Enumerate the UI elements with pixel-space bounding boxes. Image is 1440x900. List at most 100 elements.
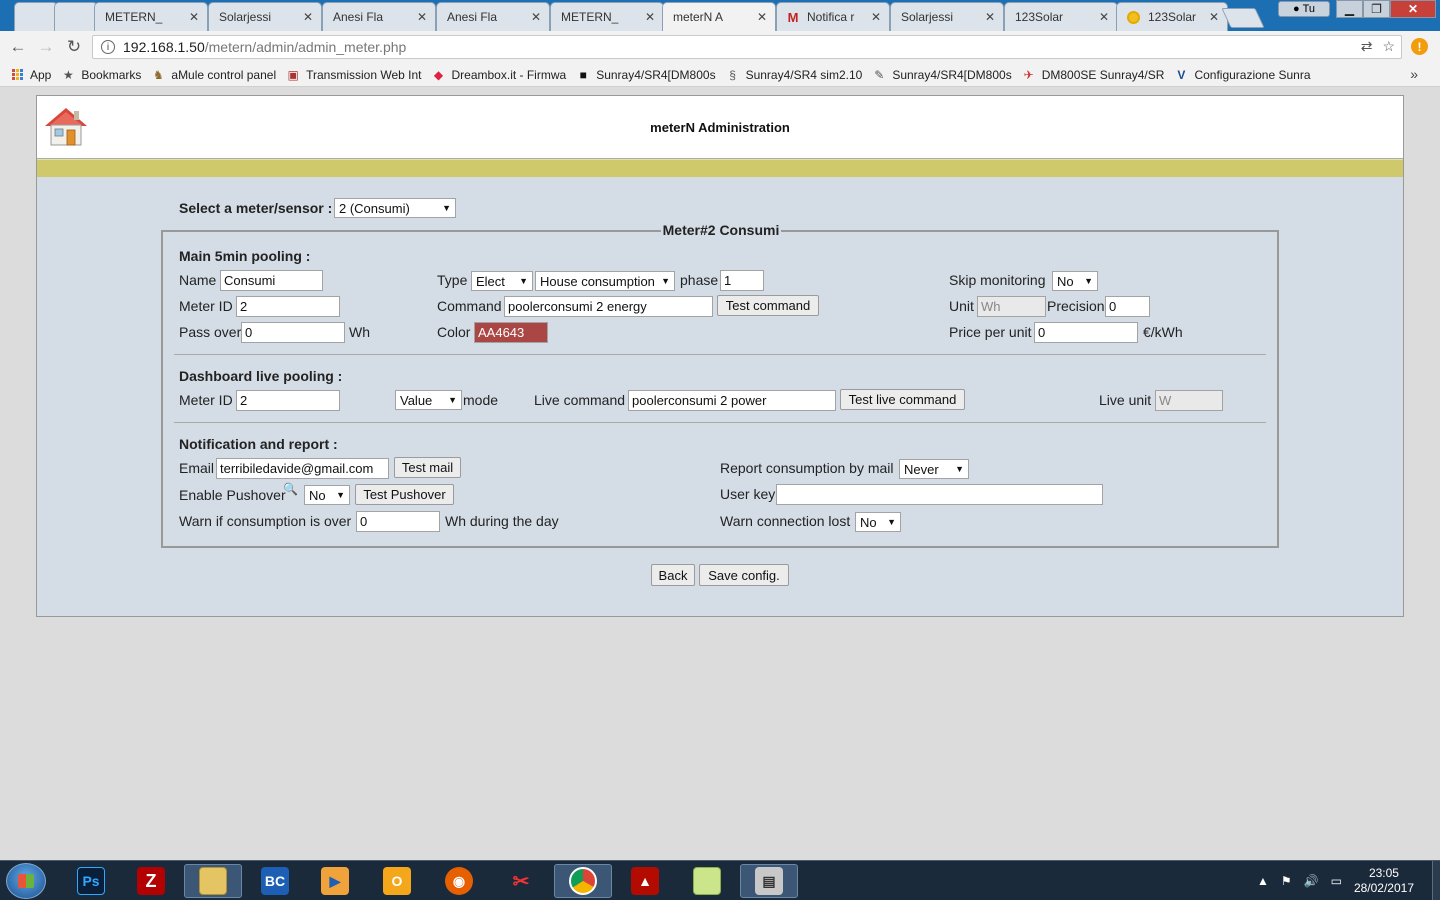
display-icon[interactable]: ▭ bbox=[1331, 874, 1342, 888]
minimize-button[interactable]: ▁ bbox=[1336, 0, 1363, 18]
warn-lost-select[interactable]: No ▼ bbox=[855, 512, 901, 532]
clock[interactable]: 23:05 28/02/2017 bbox=[1354, 866, 1414, 896]
live-meter-id-input[interactable]: 2 bbox=[236, 390, 340, 411]
tab[interactable]: 123Solar ✕ bbox=[1116, 2, 1228, 31]
bookmark-label: Dreambox.it - Firmwa bbox=[451, 67, 567, 82]
skip-monitoring-select[interactable]: No ▼ bbox=[1052, 271, 1098, 291]
bookmark-item[interactable]: App bbox=[10, 68, 51, 82]
tab[interactable] bbox=[14, 2, 58, 31]
tab[interactable]: M Notifica r ✕ bbox=[776, 2, 890, 31]
media-player-icon[interactable]: ▶ bbox=[306, 864, 364, 898]
save-config-button[interactable]: Save config. bbox=[699, 564, 789, 586]
tab[interactable] bbox=[54, 2, 98, 31]
close-icon[interactable]: ✕ bbox=[303, 10, 313, 24]
chrome-icon[interactable] bbox=[554, 864, 612, 898]
reload-icon[interactable]: ↻ bbox=[60, 33, 88, 61]
alert-icon[interactable]: ! bbox=[1411, 38, 1428, 55]
file-explorer-icon[interactable] bbox=[184, 864, 242, 898]
close-icon[interactable]: ✕ bbox=[531, 10, 541, 24]
test-mail-button[interactable]: Test mail bbox=[394, 457, 461, 478]
close-icon[interactable]: ✕ bbox=[757, 10, 767, 24]
folder-icon[interactable] bbox=[678, 864, 736, 898]
snipping-tool-icon[interactable]: ✂ bbox=[492, 864, 550, 898]
report-select[interactable]: Never ▼ bbox=[899, 459, 969, 479]
bookmark-item[interactable]: V Configurazione Sunra bbox=[1174, 68, 1310, 82]
user-key-input[interactable] bbox=[776, 484, 1103, 505]
bookmark-item[interactable]: § Sunray4/SR4 sim2.10 bbox=[726, 68, 862, 82]
pass-over-input[interactable]: 0 bbox=[241, 322, 345, 343]
tab[interactable]: METERN_ ✕ bbox=[94, 2, 208, 31]
pushover-select[interactable]: No ▼ bbox=[304, 485, 350, 505]
email-input[interactable]: terribiledavide@gmail.com bbox=[216, 458, 389, 479]
close-icon[interactable]: ✕ bbox=[645, 10, 655, 24]
bookmark-item[interactable]: ♞ aMule control panel bbox=[151, 68, 276, 82]
meter-select[interactable]: 2 (Consumi) ▼ bbox=[334, 198, 456, 218]
bookmark-label: DM800SE Sunray4/SR bbox=[1041, 67, 1165, 82]
tab[interactable]: Solarjessi ✕ bbox=[890, 2, 1004, 31]
close-icon[interactable]: ✕ bbox=[871, 10, 881, 24]
precision-input[interactable]: 0 bbox=[1105, 296, 1150, 317]
address-bar[interactable]: i 192.168.1.50/metern/admin/admin_meter.… bbox=[92, 35, 1402, 59]
network-flag-icon[interactable]: ⚑ bbox=[1281, 874, 1292, 888]
close-icon[interactable]: ✕ bbox=[1099, 10, 1109, 24]
firefox-icon[interactable]: ◉ bbox=[430, 864, 488, 898]
window-close-button[interactable]: ✕ bbox=[1390, 0, 1436, 18]
bookmark-item[interactable]: ✈ DM800SE Sunray4/SR bbox=[1022, 68, 1165, 82]
main-pooling-title: Main 5min pooling : bbox=[179, 248, 311, 264]
tab[interactable]: Anesi Fla ✕ bbox=[436, 2, 550, 31]
price-input[interactable]: 0 bbox=[1034, 322, 1138, 343]
outlook-icon[interactable]: O bbox=[368, 864, 426, 898]
mode-label: mode bbox=[463, 392, 499, 408]
tab-active[interactable]: meterN A ✕ bbox=[662, 2, 776, 31]
back-button[interactable]: Back bbox=[651, 564, 695, 586]
consumption-type-select[interactable]: House consumption ▼ bbox=[535, 271, 675, 291]
help-icon[interactable]: 🔍 bbox=[283, 482, 298, 496]
tab[interactable]: METERN_ ✕ bbox=[550, 2, 664, 31]
acrobat-icon[interactable]: ▲ bbox=[616, 864, 674, 898]
phase-input[interactable]: 1 bbox=[720, 270, 764, 291]
tab[interactable]: Solarjessi ✕ bbox=[208, 2, 322, 31]
color-input[interactable]: AA4643 bbox=[474, 322, 548, 343]
translate-icon[interactable]: ⇄ bbox=[1361, 38, 1373, 55]
profile-button[interactable]: ● Tu bbox=[1278, 1, 1330, 17]
start-button[interactable] bbox=[6, 863, 46, 899]
forward-arrow-icon[interactable]: → bbox=[32, 33, 60, 61]
close-icon[interactable]: ✕ bbox=[189, 10, 199, 24]
filezilla-icon[interactable]: Z bbox=[122, 864, 180, 898]
bookmark-star-icon[interactable]: ☆ bbox=[1382, 38, 1395, 55]
volume-icon[interactable]: 🔊 bbox=[1304, 874, 1319, 888]
name-input[interactable]: Consumi bbox=[220, 270, 323, 291]
meter-id-input[interactable]: 2 bbox=[236, 296, 340, 317]
command-input[interactable]: poolerconsumi 2 energy bbox=[504, 296, 713, 317]
bookmark-item[interactable]: ▣ Transmission Web Int bbox=[286, 68, 421, 82]
bookmark-item[interactable]: ■ Sunray4/SR4[DM800s bbox=[576, 68, 716, 82]
tab[interactable]: Anesi Fla ✕ bbox=[322, 2, 436, 31]
warn-input[interactable]: 0 bbox=[356, 511, 440, 532]
maximize-button[interactable]: ❐ bbox=[1363, 0, 1390, 18]
type-select[interactable]: Elect ▼ bbox=[471, 271, 533, 291]
test-live-command-button[interactable]: Test live command bbox=[840, 389, 965, 410]
tab[interactable]: 123Solar ✕ bbox=[1004, 2, 1118, 31]
bookmark-item[interactable]: ◆ Dreambox.it - Firmwa bbox=[432, 67, 567, 82]
mode-select[interactable]: Value ▼ bbox=[395, 390, 462, 410]
pass-over-unit: Wh bbox=[349, 324, 370, 340]
tray-expand-icon[interactable]: ▲ bbox=[1257, 874, 1269, 888]
bookmark-item[interactable]: ✎ Sunray4/SR4[DM800s bbox=[872, 68, 1011, 82]
close-icon[interactable]: ✕ bbox=[417, 10, 427, 24]
show-desktop-button[interactable] bbox=[1432, 861, 1440, 900]
skip-monitoring-value: No bbox=[1057, 273, 1074, 289]
photoshop-icon[interactable]: Ps bbox=[62, 864, 120, 898]
control-panel-icon[interactable]: ▤ bbox=[740, 864, 798, 898]
beyond-compare-icon[interactable]: BC bbox=[246, 864, 304, 898]
section-divider bbox=[174, 422, 1266, 423]
notification-title: Notification and report : bbox=[179, 436, 338, 452]
test-command-button[interactable]: Test command bbox=[717, 295, 819, 316]
test-pushover-button[interactable]: Test Pushover bbox=[355, 484, 454, 505]
bookmark-item[interactable]: ★ Bookmarks bbox=[61, 68, 141, 82]
info-icon[interactable]: i bbox=[101, 40, 115, 54]
close-icon[interactable]: ✕ bbox=[985, 10, 995, 24]
live-command-input[interactable]: poolerconsumi 2 power bbox=[628, 390, 836, 411]
back-arrow-icon[interactable]: ← bbox=[4, 33, 32, 61]
more-bookmarks-icon[interactable]: » bbox=[1410, 66, 1418, 82]
close-icon[interactable]: ✕ bbox=[1209, 10, 1219, 24]
